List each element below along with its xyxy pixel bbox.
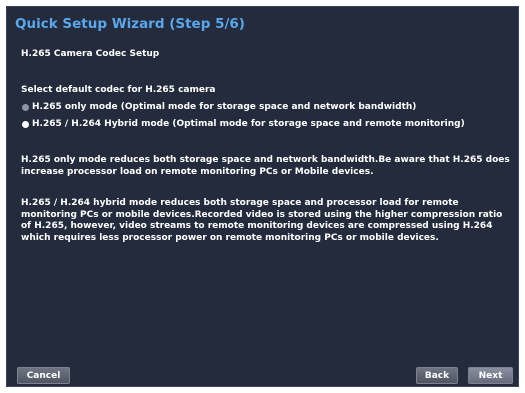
- h265-only-description: H.265 only mode reduces both storage spa…: [21, 155, 510, 177]
- wizard-title: Quick Setup Wizard (Step 5/6): [15, 16, 245, 32]
- option-h265-only-label: H.265 only mode (Optimal mode for storag…: [32, 102, 417, 112]
- option-hybrid-label: H.265 / H.264 Hybrid mode (Optimal mode …: [32, 119, 465, 129]
- codec-prompt: Select default codec for H.265 camera: [21, 85, 216, 95]
- radio-selected-icon[interactable]: [22, 120, 29, 128]
- quick-setup-wizard-dialog: Quick Setup Wizard (Step 5/6) H.265 Came…: [6, 6, 519, 387]
- hybrid-description: H.265 / H.264 hybrid mode reduces both s…: [21, 198, 503, 243]
- next-button[interactable]: Next: [468, 367, 513, 384]
- radio-unselected-icon[interactable]: [22, 103, 29, 111]
- wizard-subtitle: H.265 Camera Codec Setup: [21, 49, 160, 59]
- cancel-button[interactable]: Cancel: [17, 367, 70, 384]
- option-h265-h264-hybrid[interactable]: H.265 / H.264 Hybrid mode (Optimal mode …: [22, 119, 465, 129]
- option-h265-only[interactable]: H.265 only mode (Optimal mode for storag…: [22, 102, 416, 112]
- back-button[interactable]: Back: [416, 367, 458, 384]
